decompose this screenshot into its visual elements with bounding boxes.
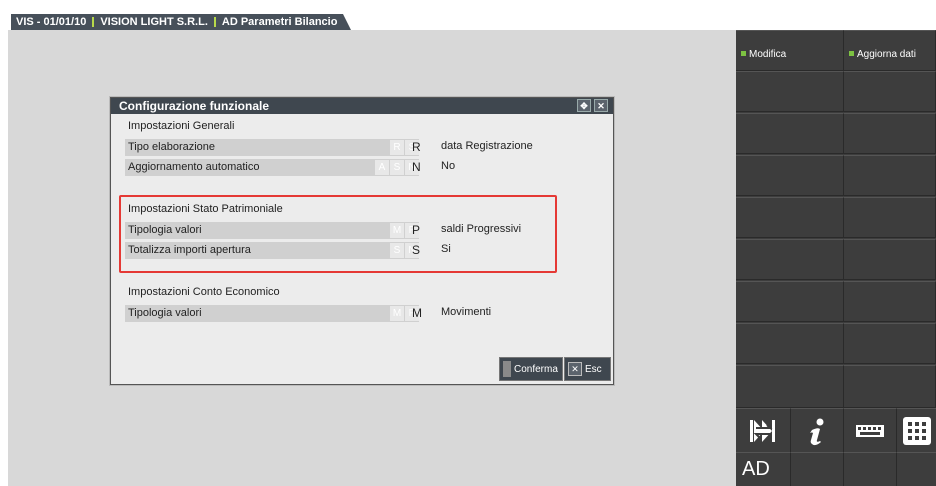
title-separator xyxy=(92,17,95,27)
function-key-empty[interactable] xyxy=(736,155,844,196)
conferma-label: Conferma xyxy=(514,363,558,375)
function-key-empty[interactable] xyxy=(844,365,936,408)
dialog-title: Configurazione funzionale xyxy=(119,99,269,113)
esc-label: Esc xyxy=(585,363,602,375)
keyboard-icon[interactable] xyxy=(844,408,897,452)
toolbar-empty-slot xyxy=(897,452,936,486)
highlight-box xyxy=(119,195,557,273)
field-label: Tipo elaborazione xyxy=(128,141,216,153)
function-key-empty[interactable] xyxy=(736,323,844,364)
function-key-empty[interactable] xyxy=(844,323,936,364)
toolbar-empty-slot xyxy=(791,452,844,486)
function-key-empty[interactable] xyxy=(736,113,844,154)
field-value-desc: data Registrazione xyxy=(441,140,533,152)
option-key[interactable]: R xyxy=(390,140,404,155)
title-separator xyxy=(213,17,216,27)
function-key-empty[interactable] xyxy=(844,113,936,154)
conferma-button[interactable]: Conferma xyxy=(499,357,563,381)
function-key-empty[interactable] xyxy=(736,197,844,238)
grid-menu-icon[interactable] xyxy=(897,408,936,452)
field-value-desc: No xyxy=(441,160,456,172)
close-icon[interactable]: ✕ xyxy=(594,99,608,112)
esc-button[interactable]: ✕ Esc xyxy=(564,357,611,381)
toolbar-empty-slot xyxy=(844,452,897,486)
move-icon[interactable]: ✥ xyxy=(577,99,591,112)
option-key[interactable]: S xyxy=(390,160,404,175)
field-value-desc: Movimenti xyxy=(441,306,492,318)
title-bar: VIS - 01/01/10 VISION LIGHT S.R.L. AD Pa… xyxy=(0,0,936,30)
indicator-icon xyxy=(849,51,854,57)
dialog-title-bar: Configurazione funzionale ✥ ✕ xyxy=(111,98,613,114)
field-value-code[interactable]: R xyxy=(412,140,421,154)
indicator-icon xyxy=(741,51,746,57)
company-label: VISION LIGHT S.R.L. xyxy=(100,16,208,28)
field-label: Tipologia valori xyxy=(128,307,202,319)
option-key[interactable]: A xyxy=(375,160,389,175)
field-value-code[interactable]: N xyxy=(412,160,421,174)
title-tab: VIS - 01/01/10 VISION LIGHT S.R.L. AD Pa… xyxy=(11,14,352,30)
ad-button[interactable]: AD xyxy=(736,452,791,486)
aggiorna-dati-label: Aggiorna dati xyxy=(857,49,916,60)
option-key[interactable]: M xyxy=(390,306,404,321)
section-title-conto-economico: Impostazioni Conto Economico xyxy=(128,286,280,298)
program-label: VIS - 01/01/10 xyxy=(16,16,87,28)
section-title-generali: Impostazioni Generali xyxy=(128,120,235,132)
function-key-panel: Modifica Aggiorna dati AD xyxy=(736,30,936,486)
function-key-empty[interactable] xyxy=(844,71,936,112)
function-key-empty[interactable] xyxy=(736,239,844,280)
function-key-empty[interactable] xyxy=(736,365,844,408)
icon-toolbar xyxy=(736,408,936,452)
field-label: Aggiornamento automatico xyxy=(128,161,260,173)
info-icon[interactable] xyxy=(791,408,844,452)
fast-forward-icon[interactable] xyxy=(736,408,791,452)
function-key-empty[interactable] xyxy=(844,239,936,280)
function-key-empty[interactable] xyxy=(844,155,936,196)
bottom-toolbar: AD xyxy=(736,452,936,486)
field-value-code[interactable]: M xyxy=(412,306,422,320)
field-row-aggiornamento-automatico[interactable]: Aggiornamento automatico A S N xyxy=(125,159,419,176)
aggiorna-dati-button[interactable]: Aggiorna dati xyxy=(844,30,936,71)
modifica-button[interactable]: Modifica xyxy=(736,30,844,71)
ad-label: AD xyxy=(742,458,770,480)
function-key-empty[interactable] xyxy=(844,281,936,322)
field-row-tipologia-valori-ce[interactable]: Tipologia valori M P xyxy=(125,305,419,322)
module-label: AD Parametri Bilancio xyxy=(221,16,338,28)
close-icon: ✕ xyxy=(568,362,582,376)
modifica-label: Modifica xyxy=(749,49,787,60)
confirm-icon xyxy=(503,361,511,377)
function-key-empty[interactable] xyxy=(844,197,936,238)
field-row-tipo-elaborazione[interactable]: Tipo elaborazione R S xyxy=(125,139,419,156)
function-key-empty[interactable] xyxy=(736,71,844,112)
function-key-empty[interactable] xyxy=(736,281,844,322)
